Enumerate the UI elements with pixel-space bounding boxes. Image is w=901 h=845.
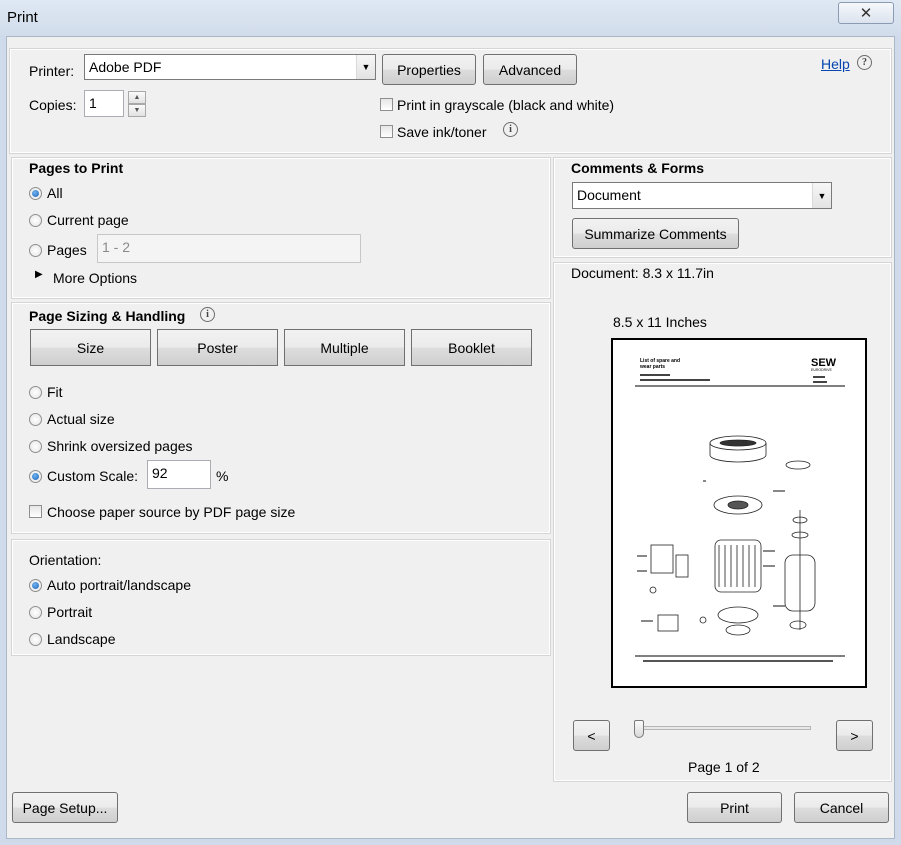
fit-radio[interactable] [29,386,42,399]
portrait-label[interactable]: Portrait [47,604,92,620]
pages-range-input[interactable]: 1 - 2 [97,234,361,263]
help-link[interactable]: Help [821,56,850,72]
page-preview: List of spare and wear parts SEW EURODRI… [611,338,867,688]
chevron-down-icon: ▼ [356,55,375,79]
close-button[interactable]: ✕ [838,2,894,24]
actual-size-radio[interactable] [29,413,42,426]
window-title: Print [7,9,38,26]
printer-label: Printer: [29,63,75,79]
properties-button[interactable]: Properties [382,54,476,85]
expand-triangle-icon[interactable]: ▶ [35,269,43,280]
prev-page-button[interactable]: < [573,720,610,751]
custom-scale-radio[interactable] [29,470,42,483]
paper-source-checkbox[interactable] [29,505,42,518]
pages-range-radio[interactable] [29,244,42,257]
actual-size-label[interactable]: Actual size [47,411,115,427]
orientation-title: Orientation: [29,552,102,568]
next-page-button[interactable]: > [836,720,873,751]
document-size-label: Document: 8.3 x 11.7in [571,265,714,281]
copies-input[interactable]: 1 [84,90,124,117]
page-sizing-title: Page Sizing & Handling [29,308,186,324]
page-slider-track[interactable] [635,726,811,730]
copies-label: Copies: [29,97,77,113]
save-ink-checkbox[interactable] [380,125,393,138]
pages-all-radio[interactable] [29,187,42,200]
printer-select-value: Adobe PDF [89,59,162,75]
page-slider-thumb[interactable] [634,720,644,738]
tab-size[interactable]: Size [30,329,151,366]
pages-to-print-title: Pages to Print [29,160,124,176]
auto-orientation-radio[interactable] [29,579,42,592]
copies-up-button[interactable]: ▲ [128,91,146,104]
page-sizing-info-icon[interactable]: i [200,307,215,322]
copies-value: 1 [89,95,97,111]
chevron-down-icon: ▼ [812,183,831,208]
landscape-radio[interactable] [29,633,42,646]
percent-label: % [216,468,229,484]
auto-orientation-label[interactable]: Auto portrait/landscape [47,577,191,593]
grayscale-label[interactable]: Print in grayscale (black and white) [397,97,614,113]
page-setup-button[interactable]: Page Setup... [12,792,118,823]
pages-all-label[interactable]: All [47,185,63,201]
doc-logo-sub: EURODRIVE [811,368,832,372]
grayscale-checkbox[interactable] [380,98,393,111]
cancel-button[interactable]: Cancel [794,792,889,823]
custom-scale-label[interactable]: Custom Scale: [47,468,138,484]
shrink-label[interactable]: Shrink oversized pages [47,438,193,454]
page-indicator: Page 1 of 2 [688,759,760,775]
pages-range-value: 1 - 2 [102,239,131,255]
pages-current-radio[interactable] [29,214,42,227]
advanced-button[interactable]: Advanced [483,54,577,85]
page-preview-drawing: List of spare and wear parts SEW EURODRI… [635,357,845,662]
comments-forms-title: Comments & Forms [571,160,705,176]
copies-down-button[interactable]: ▼ [128,104,146,117]
close-icon: ✕ [859,5,873,22]
title-bar: Print ✕ [0,0,901,36]
landscape-label[interactable]: Landscape [47,631,116,647]
paper-source-label[interactable]: Choose paper source by PDF page size [47,504,295,520]
tab-multiple[interactable]: Multiple [284,329,405,366]
fit-label[interactable]: Fit [47,384,63,400]
print-button[interactable]: Print [687,792,782,823]
printer-select[interactable]: Adobe PDF ▼ [84,54,376,80]
dialog-body: Printer: Adobe PDF ▼ Properties Advanced… [6,36,895,839]
more-options-label[interactable]: More Options [53,270,137,286]
comments-select[interactable]: Document ▼ [572,182,832,209]
comments-select-value: Document [577,187,641,203]
pages-range-label[interactable]: Pages [47,242,87,258]
tab-booklet[interactable]: Booklet [411,329,532,366]
tab-poster[interactable]: Poster [157,329,278,366]
doc-title-line2: wear parts [639,364,665,370]
shrink-radio[interactable] [29,440,42,453]
help-icon[interactable]: ? [857,55,872,70]
custom-scale-value: 92 [152,465,168,481]
summarize-comments-button[interactable]: Summarize Comments [572,218,739,249]
custom-scale-input[interactable]: 92 [147,460,211,489]
portrait-radio[interactable] [29,606,42,619]
paper-size-label: 8.5 x 11 Inches [613,314,707,330]
save-ink-label[interactable]: Save ink/toner [397,124,487,140]
save-ink-info-icon[interactable]: i [503,122,518,137]
pages-current-label[interactable]: Current page [47,212,129,228]
